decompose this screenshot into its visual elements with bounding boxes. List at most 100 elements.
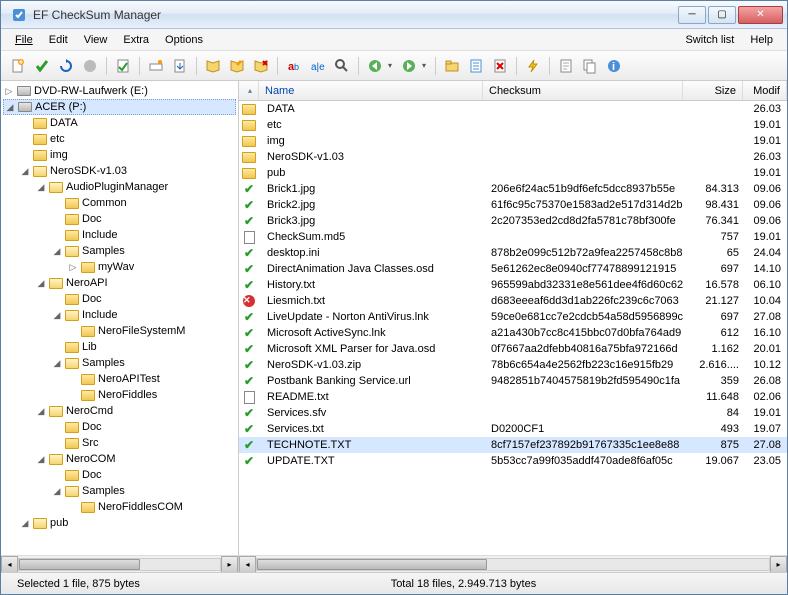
scroll-left-button[interactable]: ◂ bbox=[1, 556, 18, 573]
scroll-thumb[interactable] bbox=[257, 559, 487, 570]
tree-node[interactable]: NeroAPITest bbox=[3, 371, 236, 387]
tree-node[interactable]: ▷myWav bbox=[3, 259, 236, 275]
tree-node[interactable]: NeroFiddles bbox=[3, 387, 236, 403]
file-row[interactable]: ✔History.txt965599abd32331e8e561dee4f6d6… bbox=[239, 277, 787, 293]
toolbar-copy-button[interactable] bbox=[579, 55, 601, 77]
col-checksum[interactable]: Checksum bbox=[483, 81, 683, 100]
tree-node[interactable]: DATA bbox=[3, 115, 236, 131]
col-modified[interactable]: Modif bbox=[743, 81, 787, 100]
file-list[interactable]: DATA26.03etc19.01img19.01NeroSDK-v1.0326… bbox=[239, 101, 787, 555]
tree-node[interactable]: Lib bbox=[3, 339, 236, 355]
collapse-icon[interactable]: ◢ bbox=[35, 181, 47, 193]
toolbar-fwd-button[interactable] bbox=[398, 55, 420, 77]
tree-node[interactable]: ◢ACER (P:) bbox=[3, 99, 236, 115]
dropdown-arrow-icon[interactable]: ▾ bbox=[388, 61, 396, 70]
toolbar-calc-button[interactable] bbox=[112, 55, 134, 77]
file-row[interactable]: etc19.01 bbox=[239, 117, 787, 133]
tree-node[interactable]: NeroFiddlesCOM bbox=[3, 499, 236, 515]
col-size[interactable]: Size bbox=[683, 81, 743, 100]
collapse-icon[interactable]: ◢ bbox=[19, 517, 31, 529]
collapse-icon[interactable]: ◢ bbox=[35, 453, 47, 465]
toolbar-sheet-button[interactable] bbox=[465, 55, 487, 77]
file-row[interactable]: ✔TECHNOTE.TXT8cf7157ef237892b91767335c1e… bbox=[239, 437, 787, 453]
tree-node[interactable]: ◢NeroCmd bbox=[3, 403, 236, 419]
collapse-icon[interactable]: ◢ bbox=[51, 245, 63, 257]
expand-icon[interactable]: ▷ bbox=[3, 85, 15, 97]
toolbar-a2-button[interactable]: a|e bbox=[307, 55, 329, 77]
menu-edit[interactable]: Edit bbox=[43, 32, 74, 48]
collapse-icon[interactable]: ◢ bbox=[51, 485, 63, 497]
file-row[interactable]: ✔Brick1.jpg206e6f24ac51b9df6efc5dcc8937b… bbox=[239, 181, 787, 197]
titlebar[interactable]: EF CheckSum Manager ─ ▢ ✕ bbox=[1, 1, 787, 29]
tree-node[interactable]: ◢Samples bbox=[3, 483, 236, 499]
collapse-icon[interactable]: ◢ bbox=[4, 101, 16, 113]
menu-extra[interactable]: Extra bbox=[117, 32, 155, 48]
file-row[interactable]: ✔Postbank Banking Service.url9482851b740… bbox=[239, 373, 787, 389]
scroll-right-button[interactable]: ▸ bbox=[770, 556, 787, 573]
menu-view[interactable]: View bbox=[78, 32, 114, 48]
tree-node[interactable]: Src bbox=[3, 435, 236, 451]
tree-node[interactable]: Doc bbox=[3, 419, 236, 435]
collapse-icon[interactable]: ◢ bbox=[35, 277, 47, 289]
col-status[interactable]: ▴ bbox=[239, 81, 259, 100]
file-row[interactable]: ✔desktop.ini878b2e099c512b72a9fea2257458… bbox=[239, 245, 787, 261]
tree-node[interactable]: Common bbox=[3, 195, 236, 211]
toolbar-new-button[interactable] bbox=[7, 55, 29, 77]
file-row[interactable]: ✔Brick2.jpg61f6c95c75370e1583ad2e517d314… bbox=[239, 197, 787, 213]
col-name[interactable]: Name bbox=[259, 81, 483, 100]
folder-tree[interactable]: ▷DVD-RW-Laufwerk (E:)◢ACER (P:)DATAetcim… bbox=[1, 81, 238, 555]
file-row[interactable]: pub19.01 bbox=[239, 165, 787, 181]
collapse-icon[interactable]: ◢ bbox=[51, 357, 63, 369]
toolbar-stop-button[interactable] bbox=[79, 55, 101, 77]
menu-switchlist[interactable]: Switch list bbox=[679, 32, 740, 48]
tree-node[interactable]: ◢Include bbox=[3, 307, 236, 323]
file-row[interactable]: ✔Microsoft ActiveSync.lnka21a430b7cc8c41… bbox=[239, 325, 787, 341]
tree-node[interactable]: Doc bbox=[3, 467, 236, 483]
tree-node[interactable]: ◢NeroCOM bbox=[3, 451, 236, 467]
toolbar-info-button[interactable]: i bbox=[603, 55, 625, 77]
toolbar-check-button[interactable] bbox=[31, 55, 53, 77]
toolbar-book1-button[interactable] bbox=[202, 55, 224, 77]
file-row[interactable]: ✔UPDATE.TXT5b53cc7a99f035addf470ade8f6af… bbox=[239, 453, 787, 469]
toolbar-link-button[interactable] bbox=[145, 55, 167, 77]
tree-node[interactable]: ◢NeroAPI bbox=[3, 275, 236, 291]
menu-help[interactable]: Help bbox=[744, 32, 779, 48]
collapse-icon[interactable]: ◢ bbox=[51, 309, 63, 321]
minimize-button[interactable]: ─ bbox=[678, 6, 706, 24]
toolbar-book3-button[interactable] bbox=[250, 55, 272, 77]
tree-node[interactable]: img bbox=[3, 147, 236, 163]
file-row[interactable]: img19.01 bbox=[239, 133, 787, 149]
file-row[interactable]: ✔LiveUpdate - Norton AntiVirus.lnk59ce0e… bbox=[239, 309, 787, 325]
file-row[interactable]: ✔Microsoft XML Parser for Java.osd0f7667… bbox=[239, 341, 787, 357]
tree-node[interactable]: Include bbox=[3, 227, 236, 243]
toolbar-find-button[interactable] bbox=[331, 55, 353, 77]
menu-options[interactable]: Options bbox=[159, 32, 209, 48]
dropdown-arrow-icon[interactable]: ▾ bbox=[422, 61, 430, 70]
file-row[interactable]: ✔Services.txtD0200CF149319.07 bbox=[239, 421, 787, 437]
list-hscroll[interactable]: ◂ ▸ bbox=[239, 555, 787, 572]
tree-node[interactable]: ◢AudioPluginManager bbox=[3, 179, 236, 195]
close-button[interactable]: ✕ bbox=[738, 6, 783, 24]
toolbar-book2-button[interactable] bbox=[226, 55, 248, 77]
scroll-left-button[interactable]: ◂ bbox=[239, 556, 256, 573]
toolbar-flash-button[interactable] bbox=[522, 55, 544, 77]
tree-node[interactable]: NeroFileSystemM bbox=[3, 323, 236, 339]
menu-file[interactable]: File bbox=[9, 32, 39, 48]
scroll-right-button[interactable]: ▸ bbox=[221, 556, 238, 573]
tree-node[interactable]: ◢NeroSDK-v1.03 bbox=[3, 163, 236, 179]
tree-node[interactable]: ◢Samples bbox=[3, 243, 236, 259]
collapse-icon[interactable]: ◢ bbox=[19, 165, 31, 177]
tree-node[interactable]: etc bbox=[3, 131, 236, 147]
scroll-thumb[interactable] bbox=[19, 559, 140, 570]
tree-hscroll[interactable]: ◂ ▸ bbox=[1, 555, 238, 572]
toolbar-a1-button[interactable]: ab bbox=[283, 55, 305, 77]
file-row[interactable]: ✔Services.sfv8419.01 bbox=[239, 405, 787, 421]
file-row[interactable]: ✔NeroSDK-v1.03.zip78b6c654a4e2562fb223c1… bbox=[239, 357, 787, 373]
file-row[interactable]: ✔DirectAnimation Java Classes.osd5e61262… bbox=[239, 261, 787, 277]
toolbar-page-button[interactable] bbox=[555, 55, 577, 77]
expand-icon[interactable]: ▷ bbox=[67, 261, 79, 273]
toolbar-delete-button[interactable] bbox=[489, 55, 511, 77]
tree-node[interactable]: Doc bbox=[3, 211, 236, 227]
toolbar-refresh-button[interactable] bbox=[55, 55, 77, 77]
tree-node[interactable]: ◢Samples bbox=[3, 355, 236, 371]
